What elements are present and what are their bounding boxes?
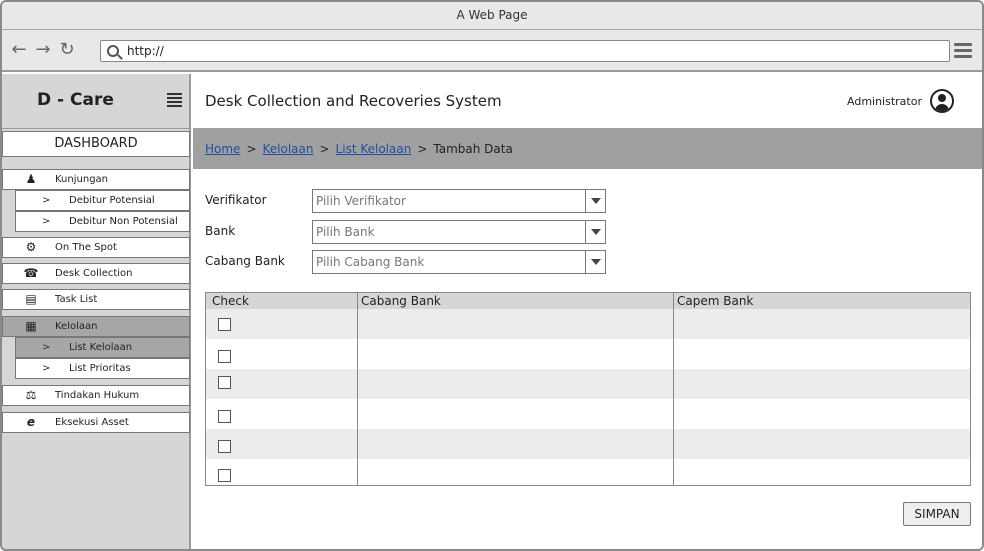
chevron-right-icon: > (42, 342, 51, 353)
sidebar-item-eksekusi-asset[interactable]: e Eksekusi Asset (2, 412, 190, 433)
sidebar-item-task-list[interactable]: ▤ Task List (2, 289, 190, 310)
verifikator-label: Verifikator (205, 193, 267, 207)
brand-area: D - Care (2, 74, 189, 129)
cabang-select[interactable]: Pilih Cabang Bank (312, 250, 606, 274)
sidebar-sub-list-kelolaan[interactable]: > List Kelolaan (15, 337, 190, 358)
dropdown-arrow-icon[interactable] (585, 221, 605, 243)
sidebar-item-on-the-spot[interactable]: ⚙ On The Spot (2, 237, 190, 258)
sidebar: D - Care DASHBOARD ♟ Kunjungan > Debitur… (2, 74, 191, 549)
bank-row: Bank Pilih Bank (205, 220, 615, 244)
table-row (206, 399, 970, 429)
sidebar-sub-debitur-potensial[interactable]: > Debitur Potensial (15, 190, 190, 211)
dropdown-arrow-icon[interactable] (585, 251, 605, 273)
row-checkbox[interactable] (218, 469, 231, 482)
back-arrow-icon[interactable]: ← (10, 40, 28, 60)
breadcrumb-home[interactable]: Home (205, 142, 240, 156)
nav-buttons: ← → ↻ (10, 40, 76, 60)
browser-window: A Web Page ← → ↻ http:// D - Care DASHBO… (0, 0, 984, 551)
table-row (206, 429, 970, 459)
breadcrumb: Home > Kelolaan > List Kelolaan > Tambah… (193, 128, 982, 169)
breadcrumb-kelolaan[interactable]: Kelolaan (263, 142, 314, 156)
table-row (206, 369, 970, 399)
page-title: Desk Collection and Recoveries System (205, 92, 502, 110)
cabang-row: Cabang Bank Pilih Cabang Bank (205, 250, 615, 274)
phone-icon: ☎ (23, 266, 39, 280)
window-title: A Web Page (2, 2, 982, 30)
dashboard-button[interactable]: DASHBOARD (2, 131, 190, 157)
column-capem-bank: Capem Bank (677, 294, 754, 308)
cabang-label: Cabang Bank (205, 254, 285, 268)
verifikator-row: Verifikator Pilih Verifikator (205, 189, 615, 213)
column-divider (357, 293, 358, 485)
column-divider (673, 293, 674, 485)
sidebar-sub-debitur-non-potensial[interactable]: > Debitur Non Potensial (15, 211, 190, 232)
table-row (206, 339, 970, 369)
user-menu[interactable]: Administrator (847, 89, 954, 113)
brand-title: D - Care (37, 90, 114, 110)
table-row (206, 309, 970, 339)
url-input[interactable]: http:// (100, 40, 950, 62)
avatar-icon[interactable] (930, 89, 954, 113)
chevron-right-icon: > (42, 216, 51, 227)
breadcrumb-current: Tambah Data (433, 141, 513, 156)
forward-arrow-icon[interactable]: → (34, 40, 52, 60)
sidebar-item-desk-collection[interactable]: ☎ Desk Collection (2, 263, 190, 284)
column-cabang-bank: Cabang Bank (361, 294, 441, 308)
dropdown-arrow-icon[interactable] (585, 190, 605, 212)
internet-explorer-icon: e (26, 415, 36, 429)
browser-menu-icon[interactable] (954, 43, 972, 61)
users-icon: ♟ (25, 172, 37, 186)
row-checkbox[interactable] (218, 440, 231, 453)
table-header: Check Cabang Bank Capem Bank (206, 293, 970, 309)
bank-select[interactable]: Pilih Bank (312, 220, 606, 244)
row-checkbox[interactable] (218, 350, 231, 363)
sidebar-item-tindakan-hukum[interactable]: ⚖ Tindakan Hukum (2, 385, 190, 406)
verifikator-select[interactable]: Pilih Verifikator (312, 189, 606, 213)
url-text: http:// (127, 44, 164, 58)
sidebar-item-kunjungan[interactable]: ♟ Kunjungan (2, 169, 190, 190)
bank-label: Bank (205, 224, 236, 238)
table-row (206, 459, 970, 485)
hamburger-icon[interactable] (167, 93, 182, 109)
data-table: Check Cabang Bank Capem Bank (205, 292, 971, 486)
chevron-right-icon: > (42, 195, 51, 206)
gear-icon: ⚙ (25, 240, 37, 254)
scales-icon: ⚖ (25, 388, 37, 402)
sidebar-item-kelolaan[interactable]: ▦ Kelolaan (2, 316, 190, 337)
building-icon: ▦ (25, 319, 37, 333)
search-icon (107, 45, 119, 57)
refresh-icon[interactable]: ↻ (58, 40, 76, 60)
row-checkbox[interactable] (218, 376, 231, 389)
breadcrumb-list-kelolaan[interactable]: List Kelolaan (336, 142, 412, 156)
address-bar: ← → ↻ http:// (2, 30, 982, 72)
row-checkbox[interactable] (218, 318, 231, 331)
save-button[interactable]: SIMPAN (903, 502, 971, 526)
column-check: Check (212, 294, 249, 308)
main-content: Desk Collection and Recoveries System Ad… (193, 74, 982, 549)
row-checkbox[interactable] (218, 410, 231, 423)
chevron-right-icon: > (42, 363, 51, 374)
sidebar-sub-list-prioritas[interactable]: > List Prioritas (15, 358, 190, 379)
header: Desk Collection and Recoveries System Ad… (193, 74, 982, 128)
document-icon: ▤ (25, 292, 37, 306)
user-name: Administrator (847, 94, 922, 108)
